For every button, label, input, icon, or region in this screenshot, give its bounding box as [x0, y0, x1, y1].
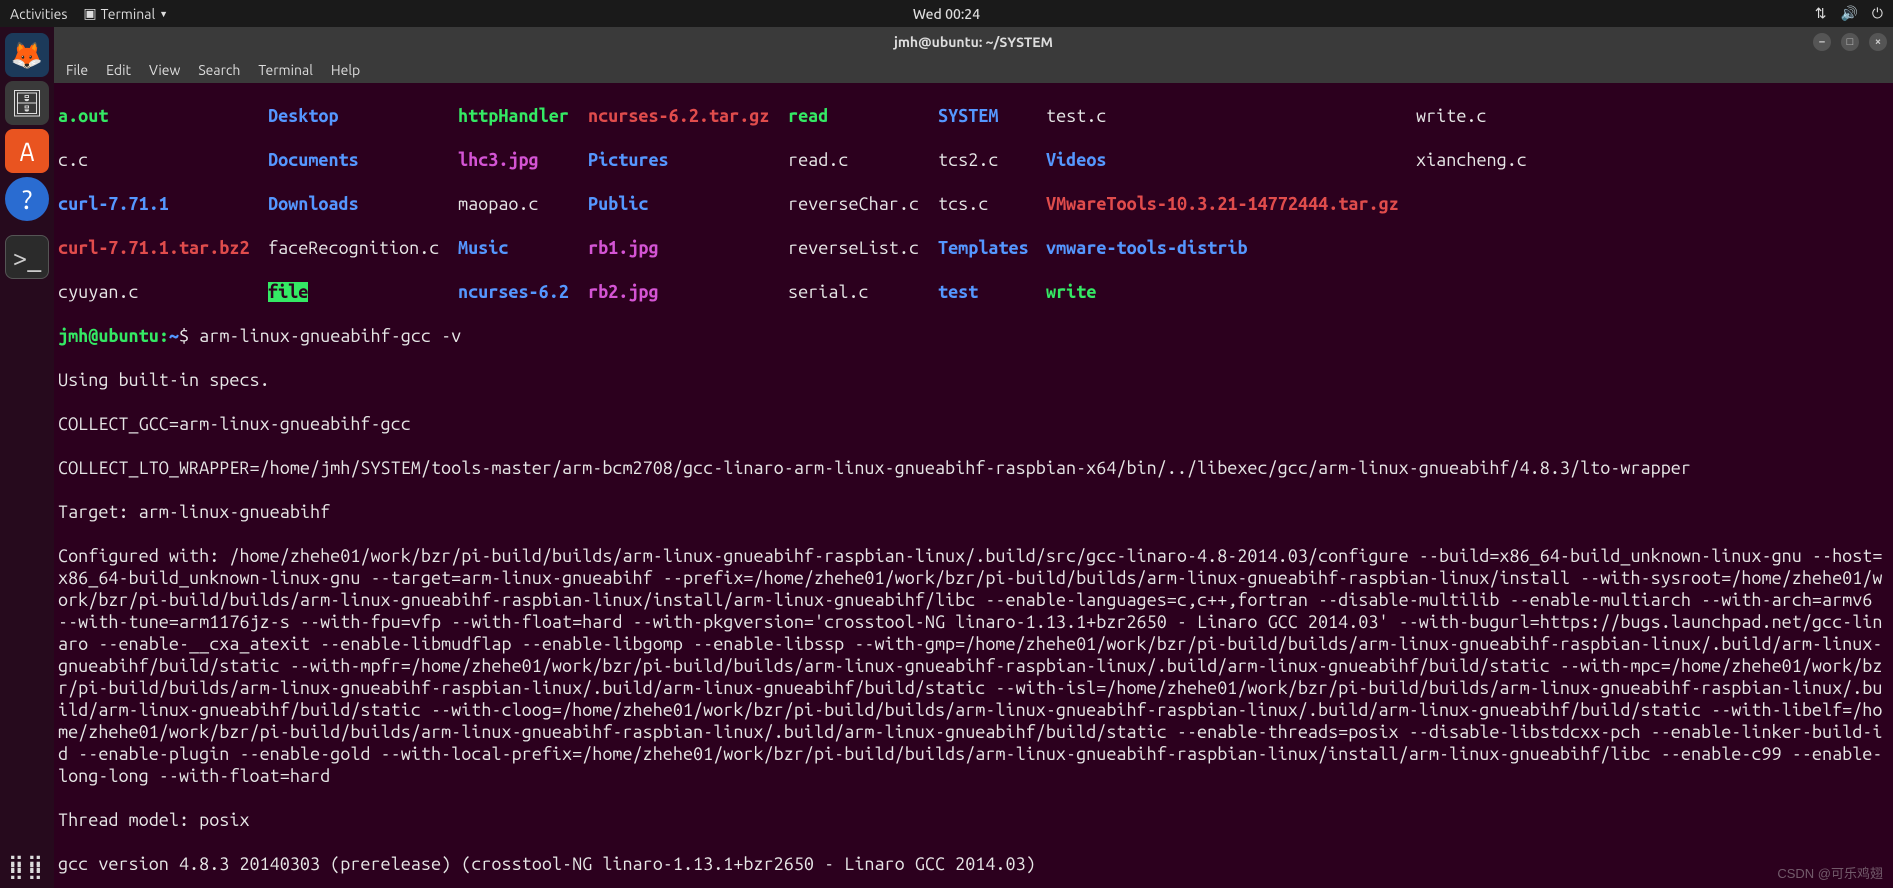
menu-file[interactable]: File: [66, 62, 88, 78]
dock-help[interactable]: ?: [5, 177, 49, 221]
menu-help[interactable]: Help: [331, 62, 360, 78]
menu-terminal[interactable]: Terminal: [258, 62, 313, 78]
ls-row: cyuyan.cfilencurses-6.2rb2.jpgserial.cte…: [58, 281, 1889, 303]
app-menu[interactable]: ▣ Terminal ▼: [83, 5, 168, 22]
gcc-output: COLLECT_LTO_WRAPPER=/home/jmh/SYSTEM/too…: [58, 457, 1889, 479]
maximize-button[interactable]: □: [1841, 33, 1859, 51]
dock-software[interactable]: A: [5, 129, 49, 173]
window-titlebar: jmh@ubuntu: ~/SYSTEM – □ ×: [54, 27, 1893, 57]
volume-icon[interactable]: 🔊: [1840, 5, 1857, 22]
minimize-button[interactable]: –: [1813, 33, 1831, 51]
ls-row: curl-7.71.1Downloadsmaopao.cPublicrevers…: [58, 193, 1889, 215]
terminal-area[interactable]: a.outDesktophttpHandlerncurses-6.2.tar.g…: [54, 83, 1893, 888]
gcc-output: Using built-in specs.: [58, 369, 1889, 391]
activities-button[interactable]: Activities: [10, 6, 67, 22]
chevron-down-icon: ▼: [159, 9, 168, 19]
gcc-output: Configured with: /home/zhehe01/work/bzr/…: [58, 545, 1889, 787]
clock[interactable]: Wed 00:24: [913, 6, 980, 22]
gnome-topbar: Activities ▣ Terminal ▼ Wed 00:24 ⇅ 🔊 ⏻: [0, 0, 1893, 27]
menubar: File Edit View Search Terminal Help: [54, 57, 1893, 83]
dock-terminal[interactable]: >_: [5, 235, 49, 279]
network-icon[interactable]: ⇅: [1815, 5, 1827, 22]
gcc-output: COLLECT_GCC=arm-linux-gnueabihf-gcc: [58, 413, 1889, 435]
ls-row: a.outDesktophttpHandlerncurses-6.2.tar.g…: [58, 105, 1889, 127]
gcc-output: gcc version 4.8.3 20140303 (prerelease) …: [58, 853, 1889, 875]
menu-view[interactable]: View: [149, 62, 180, 78]
gcc-output: Thread model: posix: [58, 809, 1889, 831]
dock: 🦊 🗄 A ? >_ ⠿⠿⠿⠿: [0, 27, 54, 888]
dock-firefox[interactable]: 🦊: [5, 33, 49, 77]
menu-search[interactable]: Search: [198, 62, 240, 78]
menu-edit[interactable]: Edit: [106, 62, 131, 78]
terminal-icon: ▣: [83, 5, 96, 22]
dock-show-apps[interactable]: ⠿⠿⠿⠿: [8, 862, 46, 878]
ls-row: c.cDocumentslhc3.jpgPicturesread.ctcs2.c…: [58, 149, 1889, 171]
gcc-output: Target: arm-linux-gnueabihf: [58, 501, 1889, 523]
dock-files[interactable]: 🗄: [5, 81, 49, 125]
ls-row: curl-7.71.1.tar.bz2faceRecognition.cMusi…: [58, 237, 1889, 259]
window-title: jmh@ubuntu: ~/SYSTEM: [894, 34, 1053, 50]
power-icon[interactable]: ⏻: [1872, 5, 1883, 22]
watermark: CSDN @可乐鸡翅: [1777, 863, 1883, 882]
prompt-line: jmh@ubuntu:~$ arm-linux-gnueabihf-gcc -v: [58, 325, 1889, 347]
close-button[interactable]: ×: [1869, 33, 1887, 51]
